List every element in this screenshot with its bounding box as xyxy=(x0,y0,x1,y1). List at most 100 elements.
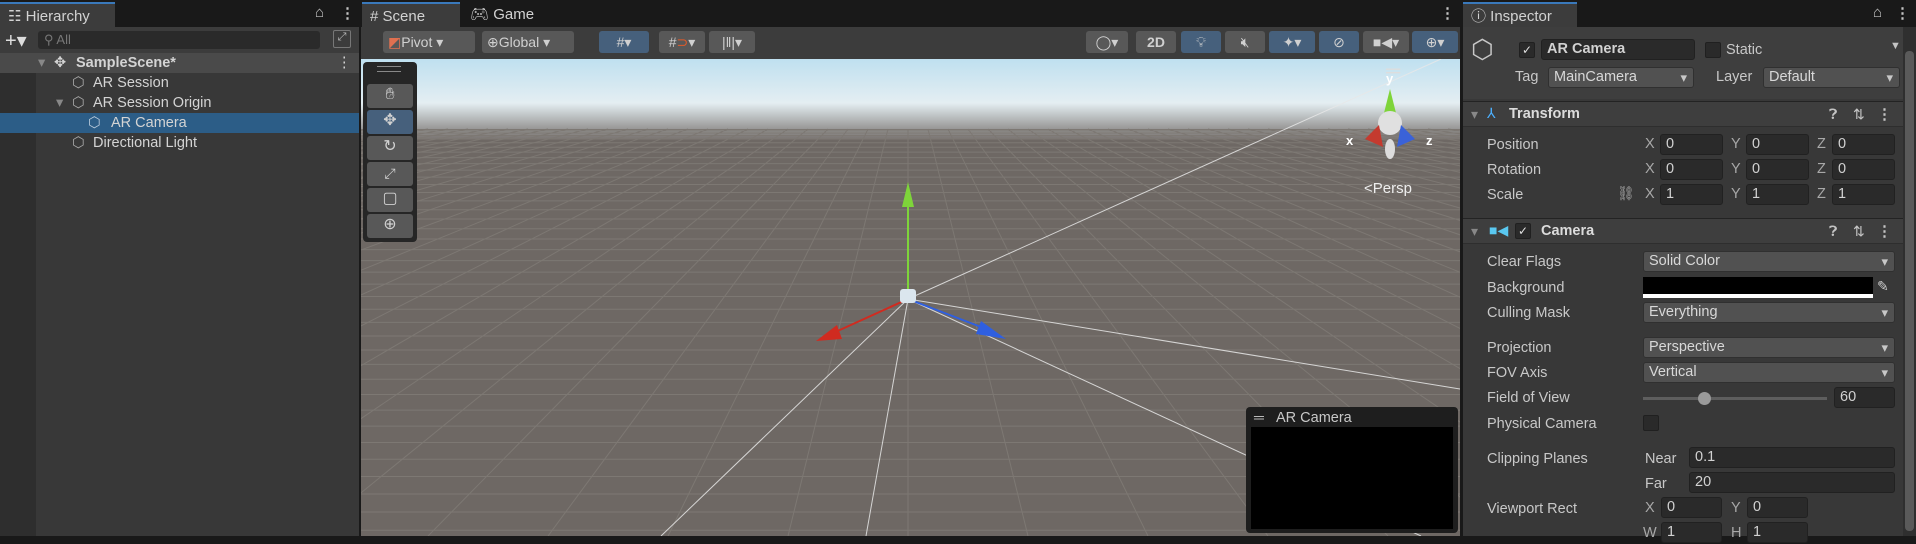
more-menu-icon[interactable]: ⋮ xyxy=(337,53,352,73)
persp-label: <Persp xyxy=(1364,180,1412,197)
axis-label: X xyxy=(1645,186,1655,202)
more-menu-icon[interactable]: ⋮ xyxy=(340,4,355,22)
effects-dropdown[interactable]: ✦▾ xyxy=(1269,31,1315,53)
drag-handle-icon: ═ xyxy=(1254,409,1264,425)
list-item[interactable]: ⬡ AR Session xyxy=(0,73,359,93)
scale-y-input[interactable]: 1 xyxy=(1746,184,1809,205)
scrollbar[interactable] xyxy=(1903,27,1916,536)
list-item[interactable]: ⬡ Directional Light xyxy=(0,133,359,153)
more-menu-icon[interactable]: ⋮ xyxy=(1895,4,1910,22)
lock-icon[interactable]: ⌂ xyxy=(1873,4,1882,21)
viewport-h-input[interactable]: 1 xyxy=(1747,522,1808,543)
draw-mode-dropdown[interactable]: ◯▾ xyxy=(1086,31,1128,53)
tab-scene[interactable]: # Scene xyxy=(362,2,460,27)
more-menu-icon[interactable]: ⋮ xyxy=(1877,105,1892,123)
fov-input[interactable]: 60 xyxy=(1834,387,1895,408)
hierarchy-panel: +▾ ⚲ All ⤢ ▾ ✥ SampleScene* ⋮ ⬡ AR Session ▾… xyxy=(0,27,359,536)
tab-hierarchy[interactable]: ☷ Hierarchy xyxy=(0,2,115,27)
gameobject-icon: ⬡ xyxy=(72,75,85,91)
camera-enabled-checkbox[interactable]: ✓ xyxy=(1515,223,1531,239)
far-clip-input[interactable]: 20 xyxy=(1689,472,1895,493)
active-checkbox[interactable]: ✓ xyxy=(1519,42,1535,58)
static-dropdown-icon[interactable]: ▼ xyxy=(1890,40,1901,52)
collapse-icon: ▾ xyxy=(1471,223,1479,239)
near-clip-input[interactable]: 0.1 xyxy=(1689,447,1895,468)
grid-icon: # xyxy=(370,8,383,25)
rotation-x-input[interactable]: 0 xyxy=(1660,159,1723,180)
fov-slider[interactable] xyxy=(1643,392,1827,405)
viewport-y-input[interactable]: 0 xyxy=(1747,497,1808,518)
presets-icon[interactable]: ⇅ xyxy=(1853,223,1865,240)
help-icon[interactable]: ❓︎ xyxy=(1829,223,1837,240)
move-tool-icon[interactable]: ✥ xyxy=(367,110,413,134)
clear-flags-dropdown[interactable]: Solid Color xyxy=(1643,251,1895,272)
camera-preview[interactable]: ═ AR Camera xyxy=(1246,407,1458,533)
position-x-input[interactable]: 0 xyxy=(1660,134,1723,155)
fov-axis-dropdown[interactable]: Vertical xyxy=(1643,362,1895,383)
axis-label: X xyxy=(1645,136,1655,152)
scene-search-icon[interactable]: ⤢ xyxy=(333,30,351,48)
viewport-w-input[interactable]: 1 xyxy=(1661,522,1722,543)
projection-dropdown[interactable]: Perspective xyxy=(1643,337,1895,358)
scale-z-input[interactable]: 1 xyxy=(1832,184,1895,205)
unity-scene-icon: ✥ xyxy=(54,55,67,71)
background-color-field[interactable] xyxy=(1643,277,1873,298)
lock-icon[interactable]: ⌂ xyxy=(315,4,324,21)
scale-x-input[interactable]: 1 xyxy=(1660,184,1723,205)
help-icon[interactable]: ❓︎ xyxy=(1829,106,1837,123)
position-y-input[interactable]: 0 xyxy=(1746,134,1809,155)
camera-dropdown[interactable]: ■◀▾ xyxy=(1363,31,1409,53)
transform-header[interactable]: ▾ ⅄ Transform ❓︎ ⇅ ⋮ xyxy=(1463,101,1903,127)
culling-mask-dropdown[interactable]: Everything xyxy=(1643,302,1895,323)
position-z-input[interactable]: 0 xyxy=(1832,134,1895,155)
gamepad-icon: 🎮︎ xyxy=(470,6,494,23)
scene-row[interactable]: ▾ ✥ SampleScene* ⋮ xyxy=(0,53,359,73)
physical-camera-checkbox[interactable] xyxy=(1643,415,1659,431)
camera-icon: ■◀ xyxy=(1489,222,1509,238)
object-name-input[interactable]: AR Camera xyxy=(1541,39,1695,60)
grid-snap-toggle[interactable]: #▾ xyxy=(599,31,649,53)
snap-magnet-button[interactable]: #⊃▾ xyxy=(659,31,705,53)
static-checkbox[interactable] xyxy=(1705,42,1721,58)
slider-thumb[interactable] xyxy=(1697,392,1711,405)
add-icon[interactable]: +▾ xyxy=(5,28,27,53)
layer-dropdown[interactable]: Default xyxy=(1763,67,1900,88)
gizmos-dropdown[interactable]: ⊕▾ xyxy=(1412,31,1458,53)
visibility-toggle[interactable]: ⊘ xyxy=(1319,31,1359,53)
transform-icon: ⅄ xyxy=(1487,105,1496,121)
axis-label: Z xyxy=(1817,136,1826,152)
position-label: Position xyxy=(1487,137,1539,153)
list-icon: ☷ xyxy=(8,8,26,25)
more-menu-icon[interactable]: ⋮ xyxy=(1877,222,1892,240)
rotate-tool-icon[interactable]: ↻ xyxy=(367,136,413,160)
search-input[interactable]: ⚲ All xyxy=(38,31,320,49)
tab-game[interactable]: 🎮︎ Game xyxy=(462,2,552,27)
hand-tool-icon[interactable]: ✋︎ xyxy=(367,84,413,108)
svg-text:y: y xyxy=(1386,71,1394,86)
list-item[interactable]: ⬡ AR Camera xyxy=(0,113,359,133)
global-dropdown[interactable]: ⊕Global ▾ xyxy=(482,31,574,53)
list-item[interactable]: ▾ ⬡ AR Session Origin xyxy=(0,93,359,113)
audio-toggle[interactable]: 🔇︎ xyxy=(1225,31,1265,53)
camera-header[interactable]: ▾ ■◀ ✓ Camera ❓︎ ⇅ ⋮ xyxy=(1463,218,1903,244)
tab-inspector[interactable]: ⓘ Inspector xyxy=(1463,2,1577,27)
scale-tool-icon[interactable]: ⤢ xyxy=(367,162,413,186)
transform-tool-icon[interactable]: ⊕ xyxy=(367,214,413,238)
svg-text:x: x xyxy=(1346,133,1354,148)
2d-toggle[interactable]: 2D xyxy=(1136,31,1176,53)
pivot-dropdown[interactable]: ◩Pivot ▾ xyxy=(383,31,475,53)
lighting-toggle[interactable]: 💡︎ xyxy=(1181,31,1221,53)
axis-label: Y xyxy=(1731,136,1741,152)
presets-icon[interactable]: ⇅ xyxy=(1853,106,1865,123)
viewport-x-input[interactable]: 0 xyxy=(1661,497,1722,518)
more-menu-icon[interactable]: ⋮ xyxy=(1440,4,1455,22)
eyedropper-icon[interactable]: ✎ xyxy=(1877,278,1889,295)
rect-tool-icon[interactable]: ▢ xyxy=(367,188,413,212)
constrain-proportions-icon[interactable]: ⛓ xyxy=(1617,185,1635,202)
rotation-z-input[interactable]: 0 xyxy=(1832,159,1895,180)
rotation-y-input[interactable]: 0 xyxy=(1746,159,1809,180)
axis-label: Y xyxy=(1731,186,1741,202)
increment-snap-button[interactable]: |‖|▾ xyxy=(709,31,755,53)
tools-palette: ✋︎ ✥ ↻ ⤢ ▢ ⊕ xyxy=(363,62,417,242)
tag-dropdown[interactable]: MainCamera xyxy=(1548,67,1694,88)
